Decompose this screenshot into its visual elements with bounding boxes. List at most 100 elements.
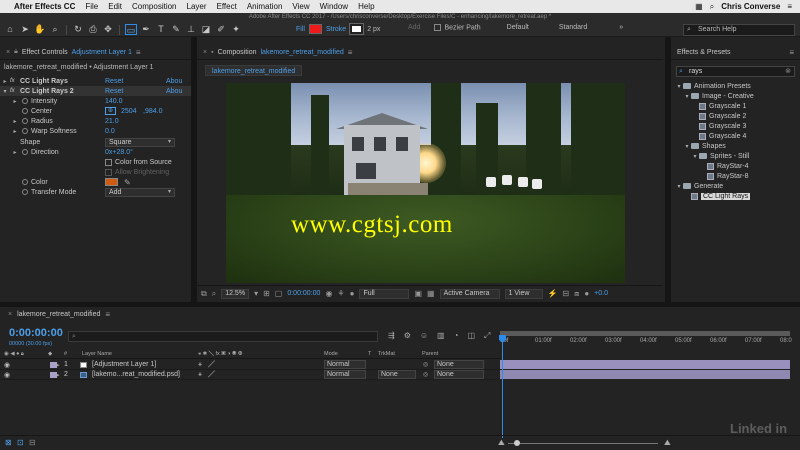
- camera-dropdown[interactable]: Active Camera: [439, 288, 500, 299]
- disclosure-arrow-icon[interactable]: ▾: [675, 83, 683, 90]
- fill-label[interactable]: Fill: [296, 26, 305, 33]
- stopwatch-icon[interactable]: [22, 118, 28, 124]
- rectangle-tool-icon[interactable]: ▭: [125, 24, 137, 35]
- work-area-bar[interactable]: [500, 331, 790, 336]
- frame-blending-icon[interactable]: ▥: [437, 331, 445, 341]
- stopwatch-icon[interactable]: [22, 108, 28, 114]
- fill-color-swatch[interactable]: [308, 24, 322, 34]
- magnification-icon[interactable]: ⌕: [212, 289, 216, 299]
- tree-item[interactable]: ▾ Sprites - Still: [671, 151, 800, 161]
- layer-name[interactable]: [lakemo...reat_modified.psd]: [92, 371, 180, 378]
- expand-arrow-icon[interactable]: ▸: [56, 371, 60, 379]
- composition-tab-name[interactable]: lakemore_retreat_modified: [261, 49, 344, 56]
- eye-icon[interactable]: ◉: [4, 371, 10, 379]
- workspace-default[interactable]: Default: [507, 24, 529, 31]
- tree-item[interactable]: ▾ Animation Presets: [671, 81, 800, 91]
- brush-tool-icon[interactable]: ✎: [170, 24, 182, 35]
- current-time-indicator[interactable]: [502, 335, 503, 438]
- timecode[interactable]: 0:00:00:00: [287, 290, 320, 297]
- list-icon[interactable]: ≡: [787, 2, 792, 11]
- flowchart-icon[interactable]: ⧈: [574, 289, 579, 299]
- composition-subtab[interactable]: lakemore_retreat_modified: [205, 65, 303, 76]
- timeline-timecode[interactable]: 0:00:00:00: [9, 327, 63, 339]
- app-name-menu[interactable]: After Effects CC: [14, 2, 75, 11]
- graph-editor-icon[interactable]: ◫: [467, 331, 475, 341]
- lock-icon[interactable]: ▪: [211, 49, 213, 56]
- channel-icon[interactable]: ●: [350, 289, 355, 298]
- tree-item[interactable]: CC Light Rays: [671, 191, 800, 201]
- timeline-zoom-knob[interactable]: [514, 440, 520, 446]
- timeline-tab[interactable]: × lakemore_retreat_modified ≡: [8, 310, 110, 319]
- mode-dropdown[interactable]: Normal: [324, 370, 366, 379]
- effects-search-input[interactable]: ⌕ rays ⊗: [676, 66, 795, 77]
- search-help-field[interactable]: ⌕ Search Help: [683, 24, 795, 36]
- fx-icon[interactable]: fx: [10, 78, 20, 84]
- panorama-frame[interactable]: www.cgtsj.com: [226, 83, 625, 283]
- reset-link[interactable]: Reset: [105, 78, 123, 85]
- parent-dropdown[interactable]: None: [434, 370, 484, 379]
- tree-item[interactable]: ▾ Shapes: [671, 141, 800, 151]
- menu-window[interactable]: Window: [320, 2, 348, 11]
- zoom-in-icon[interactable]: ⛰: [664, 438, 671, 448]
- tree-item[interactable]: Grayscale 2: [671, 111, 800, 121]
- layer-switches-icon[interactable]: ⚹ ╱: [198, 371, 215, 379]
- clone-stamp-tool-icon[interactable]: ⊥: [185, 24, 197, 35]
- expand-arrow-icon[interactable]: ▸: [56, 361, 60, 369]
- stopwatch-icon[interactable]: [22, 149, 28, 155]
- color-swatch[interactable]: [105, 178, 118, 186]
- pickwhip-icon[interactable]: ◎: [423, 371, 428, 378]
- disclosure-arrow-icon[interactable]: ▾: [0, 88, 10, 95]
- tree-item[interactable]: Grayscale 1: [671, 101, 800, 111]
- tree-item[interactable]: Grayscale 4: [671, 131, 800, 141]
- disclosure-arrow-icon[interactable]: ▸: [10, 118, 20, 125]
- hand-tool-icon[interactable]: ✋: [34, 24, 46, 35]
- roto-brush-tool-icon[interactable]: ✐: [215, 24, 227, 35]
- layer-name-header[interactable]: Layer Name: [82, 351, 112, 357]
- layer-row[interactable]: ◉ ▸ 1 [Adjustment Layer 1] ⚹ ╱ Normal ◎ …: [0, 360, 500, 370]
- tree-item[interactable]: ▾ Image - Creative: [671, 91, 800, 101]
- menu-edit[interactable]: Edit: [108, 2, 122, 11]
- stopwatch-icon[interactable]: [22, 128, 28, 134]
- timeline-icon[interactable]: ⊟: [563, 289, 570, 298]
- mode-dropdown[interactable]: Normal: [324, 360, 366, 369]
- reset-exposure-icon[interactable]: ●: [584, 289, 589, 298]
- selection-tool-icon[interactable]: ➤: [19, 24, 31, 35]
- fast-previews-icon[interactable]: ⚡: [548, 289, 558, 298]
- intensity-value[interactable]: 140.0: [105, 98, 123, 105]
- show-snapshot-icon[interactable]: ⚘: [337, 289, 344, 298]
- disclosure-arrow-icon[interactable]: ▾: [675, 183, 683, 190]
- effects-presets-tab[interactable]: Effects & Presets ≡: [671, 45, 800, 60]
- transfer-mode-dropdown[interactable]: Add ▾: [105, 187, 175, 197]
- effect-row-cc-light-rays-2[interactable]: ▾ fx CC Light Rays 2 Reset Abou: [0, 86, 191, 96]
- timeline-search-input[interactable]: ⌕: [68, 331, 378, 342]
- eraser-tool-icon[interactable]: ◪: [200, 24, 212, 35]
- effect-row-cc-light-rays[interactable]: ▸ fx CC Light Rays Reset Abou: [0, 76, 191, 86]
- zoom-tool-icon[interactable]: ⌕: [49, 24, 61, 35]
- close-icon[interactable]: ×: [203, 49, 207, 56]
- user-name[interactable]: Chris Converse: [721, 2, 780, 11]
- panel-menu-icon[interactable]: ≡: [348, 48, 353, 57]
- pickwhip-icon[interactable]: ◎: [423, 361, 428, 368]
- menu-help[interactable]: Help: [358, 2, 374, 11]
- disclosure-arrow-icon[interactable]: ▸: [10, 149, 20, 156]
- menu-composition[interactable]: Composition: [132, 2, 176, 11]
- reset-link[interactable]: Reset: [105, 88, 123, 95]
- lock-icon[interactable]: 🔒︎: [14, 48, 18, 56]
- stroke-label[interactable]: Stroke: [326, 26, 346, 33]
- menu-effect[interactable]: Effect: [217, 2, 237, 11]
- panel-menu-icon[interactable]: ≡: [105, 310, 110, 319]
- allow-brightening-checkbox[interactable]: Allow Brightening: [105, 168, 169, 176]
- tree-item[interactable]: Grayscale 3: [671, 121, 800, 131]
- toggle-mask-icon[interactable]: ▦: [427, 289, 435, 298]
- zoom-dropdown[interactable]: 12.5%: [221, 288, 250, 299]
- about-link[interactable]: Abou: [166, 88, 182, 95]
- views-dropdown[interactable]: 1 View: [504, 288, 543, 299]
- stroke-color-swatch[interactable]: [349, 23, 365, 35]
- pen-tool-icon[interactable]: ✒: [140, 24, 152, 35]
- layer-row[interactable]: ◉ ▸ 2 [lakemo...reat_modified.psd] ⚹ ╱ N…: [0, 370, 500, 380]
- tree-item[interactable]: RayStar-4: [671, 161, 800, 171]
- type-tool-icon[interactable]: T: [155, 24, 167, 35]
- add-label[interactable]: Add: [408, 24, 420, 31]
- layer-name[interactable]: [Adjustment Layer 1]: [92, 361, 156, 368]
- close-icon[interactable]: ×: [8, 311, 12, 318]
